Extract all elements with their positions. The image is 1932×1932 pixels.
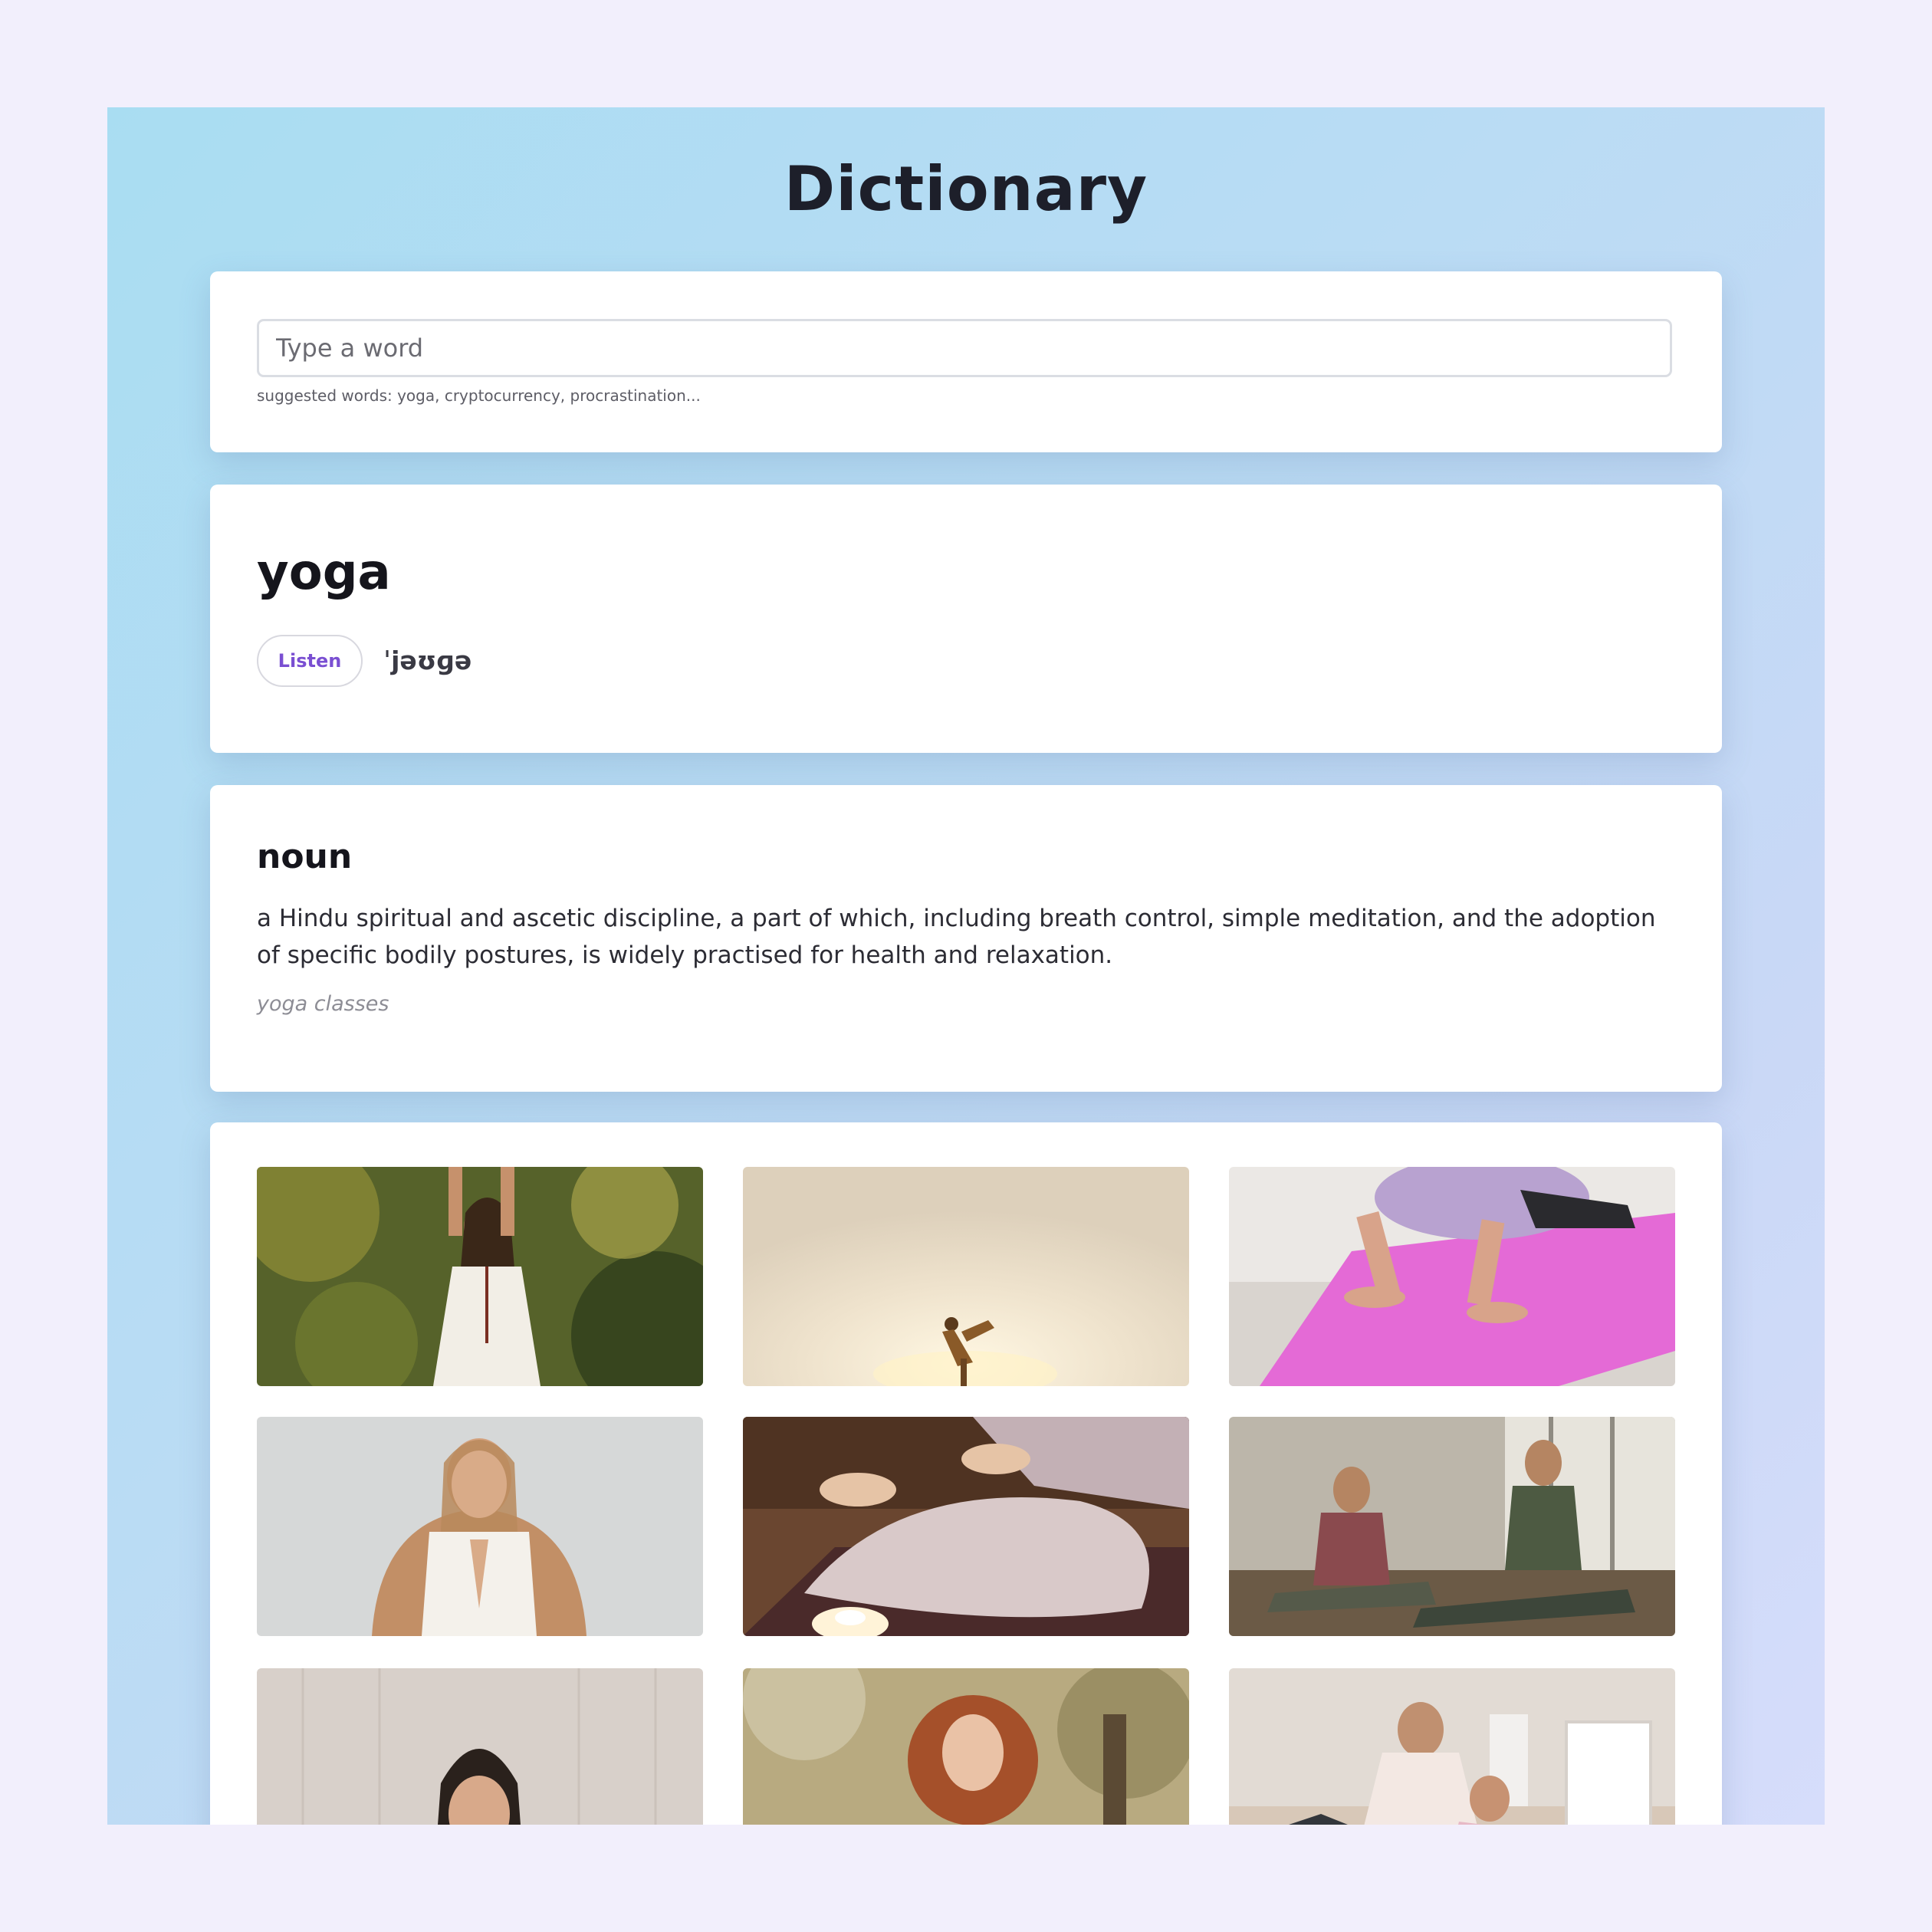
search-input[interactable] <box>257 319 1672 377</box>
part-of-speech: noun <box>257 837 353 876</box>
photo-curly-hair-woman[interactable] <box>743 1668 1189 1825</box>
meaning-card: noun a Hindu spiritual and ascetic disci… <box>210 785 1722 1092</box>
definition-text: a Hindu spiritual and ascetic discipline… <box>257 905 1656 969</box>
phonetic-text: ˈjəʊɡə <box>383 646 472 675</box>
page-title: Dictionary <box>784 153 1148 225</box>
photos-card <box>210 1122 1722 1825</box>
photo-silhouette-sunrise[interactable] <box>743 1167 1189 1386</box>
photo-woman-meditating[interactable] <box>257 1668 703 1825</box>
listen-button[interactable]: Listen <box>257 635 363 687</box>
dictionary-app: Dictionary suggested words: yoga, crypto… <box>107 107 1825 1825</box>
word-card: yoga Listen ˈjəʊɡə <box>210 485 1722 753</box>
example-text: yoga classes <box>257 992 389 1016</box>
search-card: suggested words: yoga, cryptocurrency, p… <box>210 271 1722 452</box>
photo-woman-arms-raised[interactable] <box>257 1167 703 1386</box>
suggested-words-hint: suggested words: yoga, cryptocurrency, p… <box>257 386 701 405</box>
photo-hands-pink-mat[interactable] <box>1229 1167 1675 1386</box>
word-heading: yoga <box>257 544 391 601</box>
photo-two-women-stretching[interactable] <box>1229 1417 1675 1636</box>
photo-mother-child-yoga[interactable] <box>1229 1668 1675 1825</box>
photo-woman-namaste[interactable] <box>257 1417 703 1636</box>
photo-meditation-hands[interactable] <box>743 1417 1189 1636</box>
